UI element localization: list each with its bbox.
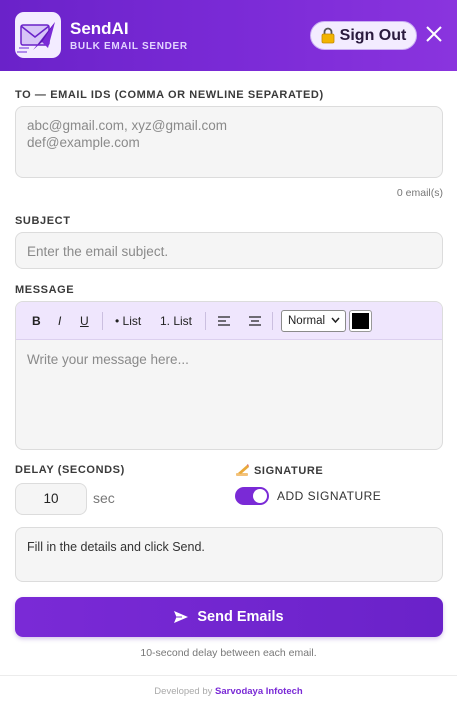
chevron-down-icon	[331, 317, 340, 323]
font-size-value: Normal	[288, 315, 326, 327]
to-placeholder-line2: def@example.com	[27, 135, 140, 150]
email-count: 0 email(s)	[396, 187, 443, 199]
delay-label: DELAY (SECONDS)	[15, 464, 125, 476]
close-button[interactable]	[424, 24, 444, 44]
message-body-input[interactable]: Write your message here...	[16, 340, 442, 380]
delay-note: 10-second delay between each email.	[140, 647, 317, 659]
delay-unit: sec	[93, 490, 115, 506]
editor-toolbar: B I U • List 1. List Normal	[16, 302, 442, 340]
italic-button[interactable]: I	[58, 314, 61, 328]
footer-brand-link[interactable]: Sarvodaya Infotech	[215, 686, 303, 697]
toolbar-divider	[272, 312, 273, 330]
delay-input[interactable]: 10	[15, 483, 87, 515]
message-editor: B I U • List 1. List Normal Write your m…	[15, 301, 443, 450]
message-placeholder: Write your message here...	[27, 352, 189, 367]
bullet-list-button[interactable]: • List	[115, 314, 141, 328]
subject-placeholder: Enter the email subject.	[27, 244, 169, 259]
status-message: Fill in the details and click Send.	[15, 527, 443, 582]
signature-label: SIGNATURE	[254, 464, 324, 477]
signature-toggle[interactable]	[235, 487, 269, 505]
close-icon	[426, 26, 442, 42]
footer-prefix: Developed by	[154, 686, 213, 697]
to-email-input[interactable]: abc@gmail.com, xyz@gmail.com def@example…	[15, 106, 443, 178]
footer: Developed by Sarvodaya Infotech	[0, 675, 457, 707]
underline-button[interactable]: U	[80, 314, 89, 328]
sign-out-button[interactable]: Sign Out	[310, 21, 417, 50]
writing-hand-icon	[236, 464, 249, 476]
send-emails-label: Send Emails	[197, 609, 284, 625]
numbered-list-button[interactable]: 1. List	[160, 314, 192, 328]
align-left-button[interactable]	[218, 315, 230, 329]
app-header: SendAI BULK EMAIL SENDER Sign Out	[0, 0, 457, 71]
font-size-select[interactable]: Normal	[281, 310, 346, 332]
signature-toggle-label: ADD SIGNATURE	[277, 489, 382, 503]
bold-button[interactable]: B	[32, 314, 41, 328]
text-color-picker[interactable]	[349, 310, 372, 332]
toolbar-divider	[102, 312, 103, 330]
align-center-icon	[249, 316, 261, 326]
subject-label: SUBJECT	[15, 215, 71, 227]
app-title: SendAI	[70, 19, 129, 38]
to-label: TO — EMAIL IDS (COMMA OR NEWLINE SEPARAT…	[15, 89, 324, 101]
app-subtitle: BULK EMAIL SENDER	[70, 41, 188, 52]
signature-heading: SIGNATURE	[236, 464, 323, 477]
send-icon	[174, 611, 189, 623]
sign-out-label: Sign Out	[339, 26, 407, 44]
color-swatch	[352, 313, 369, 329]
toolbar-divider	[205, 312, 206, 330]
to-placeholder-line1: abc@gmail.com, xyz@gmail.com	[27, 118, 227, 133]
send-emails-button[interactable]: Send Emails	[15, 597, 443, 637]
align-left-icon	[218, 316, 230, 326]
lock-icon	[321, 27, 335, 44]
subject-input[interactable]: Enter the email subject.	[15, 232, 443, 269]
message-label: MESSAGE	[15, 284, 75, 296]
align-center-button[interactable]	[249, 315, 261, 329]
toggle-knob	[253, 489, 267, 503]
app-logo	[15, 12, 61, 58]
